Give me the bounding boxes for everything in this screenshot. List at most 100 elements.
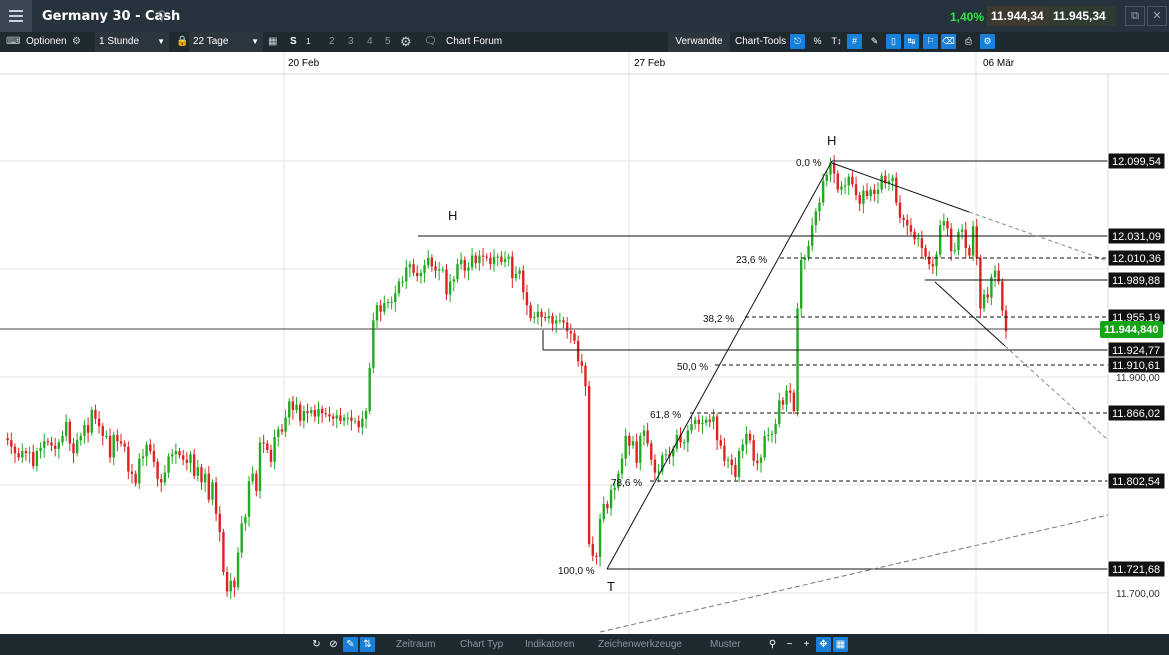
candle-body [17,453,20,458]
fib-labels: 0,0 % 23,6 % 38,2 % 50,0 % 61,8 % 78,6 %… [558,158,822,577]
candle-body [767,434,770,436]
gear-icon[interactable]: ⚙ [72,32,81,52]
candle-body [639,435,642,463]
fit-icon[interactable]: ✥ [816,637,831,652]
sort-icon[interactable]: ⇅ [360,637,375,652]
alert-icon[interactable]: ⚐ [923,34,938,49]
draw-icon[interactable]: ✎ [867,34,882,49]
candle-body [222,532,225,572]
title-bar: Germany 30 - Cash ⚲ 1,40% 11.944,34 ↓ 11… [0,0,1169,43]
candle-body [906,219,909,226]
candle-body [43,441,46,448]
range-select[interactable]: 22 Tage ▼ [189,32,263,52]
candle-body [90,409,93,433]
candle-body [427,257,430,266]
tab-chart-type[interactable]: Chart Typ [460,634,503,655]
candle-body [309,409,313,414]
eraser-icon[interactable]: ⌫ [941,34,956,49]
tool-crosshair-icon[interactable]: ⎋ [790,34,805,49]
tab-drawing-tools[interactable]: Zeichenwerkzeuge [598,634,682,655]
price-label: 11.802,54 [1112,476,1160,488]
config-icon[interactable]: ⚙ [980,34,995,49]
keyboard-icon[interactable]: ⌨ [6,32,20,52]
candle-body [138,458,141,484]
candle-body [416,272,419,277]
candle-body [858,195,861,204]
candle-body [397,281,401,294]
candle-icon[interactable]: ▯ [886,34,901,49]
candle-body [971,226,975,256]
percent-button[interactable]: % [810,34,825,49]
candle-body [789,390,792,393]
candle-body [657,471,660,473]
candle-body [459,259,463,265]
tab-3[interactable]: 3 [348,32,354,52]
candle-body [123,443,126,447]
tab-patterns[interactable]: Muster [710,634,741,655]
no-icon[interactable]: ⊘ [326,637,341,652]
candle-body [339,415,342,421]
candle-body [646,430,649,444]
candle-body [917,238,920,240]
candle-body [554,320,558,324]
wedge-lower [934,281,1006,347]
refresh-icon[interactable]: ↻ [309,637,324,652]
settings-icon[interactable]: ⚙ [400,32,412,52]
table-icon[interactable]: ▦ [833,637,848,652]
candle-body [163,472,167,483]
candle-body [244,516,247,524]
fib-label: 23,6 % [736,255,767,266]
price-chart[interactable]: 20 Feb 27 Feb 06 Mär 11.900,00 11.700,00… [0,52,1169,634]
tab-indicators[interactable]: Indikatoren [525,634,574,655]
candle-body [467,267,470,271]
candle-body [562,320,565,323]
candle-body [840,186,843,190]
candle-body [920,238,924,248]
grid-icon[interactable]: # [847,34,862,49]
zoom-search-icon[interactable]: ⚲ [765,637,780,652]
candle-body [869,189,872,197]
search-icon[interactable]: ⚲ [157,8,167,24]
candle-body [342,417,346,421]
tab-4[interactable]: 4 [367,32,373,52]
candle-body [723,445,726,461]
chart-forum-button[interactable]: Chart Forum [446,32,502,52]
menu-button[interactable] [0,0,32,32]
candle-body [452,279,456,282]
current-price-badge: 11.944,840 [1100,321,1163,338]
candle-body [909,225,913,232]
candle-body [97,418,101,427]
calendar-icon[interactable]: ▦ [268,32,277,52]
lock-icon[interactable]: 🔒 [176,32,188,52]
zoom-out-icon[interactable]: − [782,637,797,652]
zoom-in-icon[interactable]: + [799,637,814,652]
print-icon[interactable]: ⎙ [961,34,976,49]
candle-body [474,255,477,264]
buy-button[interactable]: 11.945,34 ↑ [1049,6,1115,43]
candle-body [854,184,858,196]
candle-body [726,459,730,461]
tab-s[interactable]: S [290,32,297,52]
candle-body [61,435,64,443]
candle-body [24,451,28,454]
head-label-left: H [448,208,457,223]
candle-body [891,177,894,182]
close-icon[interactable]: ✕ [1147,6,1167,26]
options-button[interactable]: Optionen [26,32,67,52]
tab-5[interactable]: 5 [385,32,391,52]
tab-1[interactable]: 1 [306,32,310,52]
sell-button[interactable]: 11.944,34 ↓ [987,6,1051,43]
chat-icon[interactable]: 🗨 [424,32,437,52]
text-size-icon[interactable]: T↕ [829,34,844,49]
popout-icon[interactable]: ⧉ [1125,6,1145,26]
candle-body [156,461,159,480]
pen-icon[interactable]: ✎ [343,637,358,652]
tab-2[interactable]: 2 [329,32,335,52]
candle-body [152,451,156,462]
interval-select[interactable]: 1 Stunde ▼ [95,32,169,52]
tab-timeframe[interactable]: Zeitraum [396,634,435,655]
compare-icon[interactable]: ↹ [904,34,919,49]
candle-body [372,320,375,368]
candle-body [405,267,408,282]
related-button[interactable]: Verwandte [668,32,730,52]
